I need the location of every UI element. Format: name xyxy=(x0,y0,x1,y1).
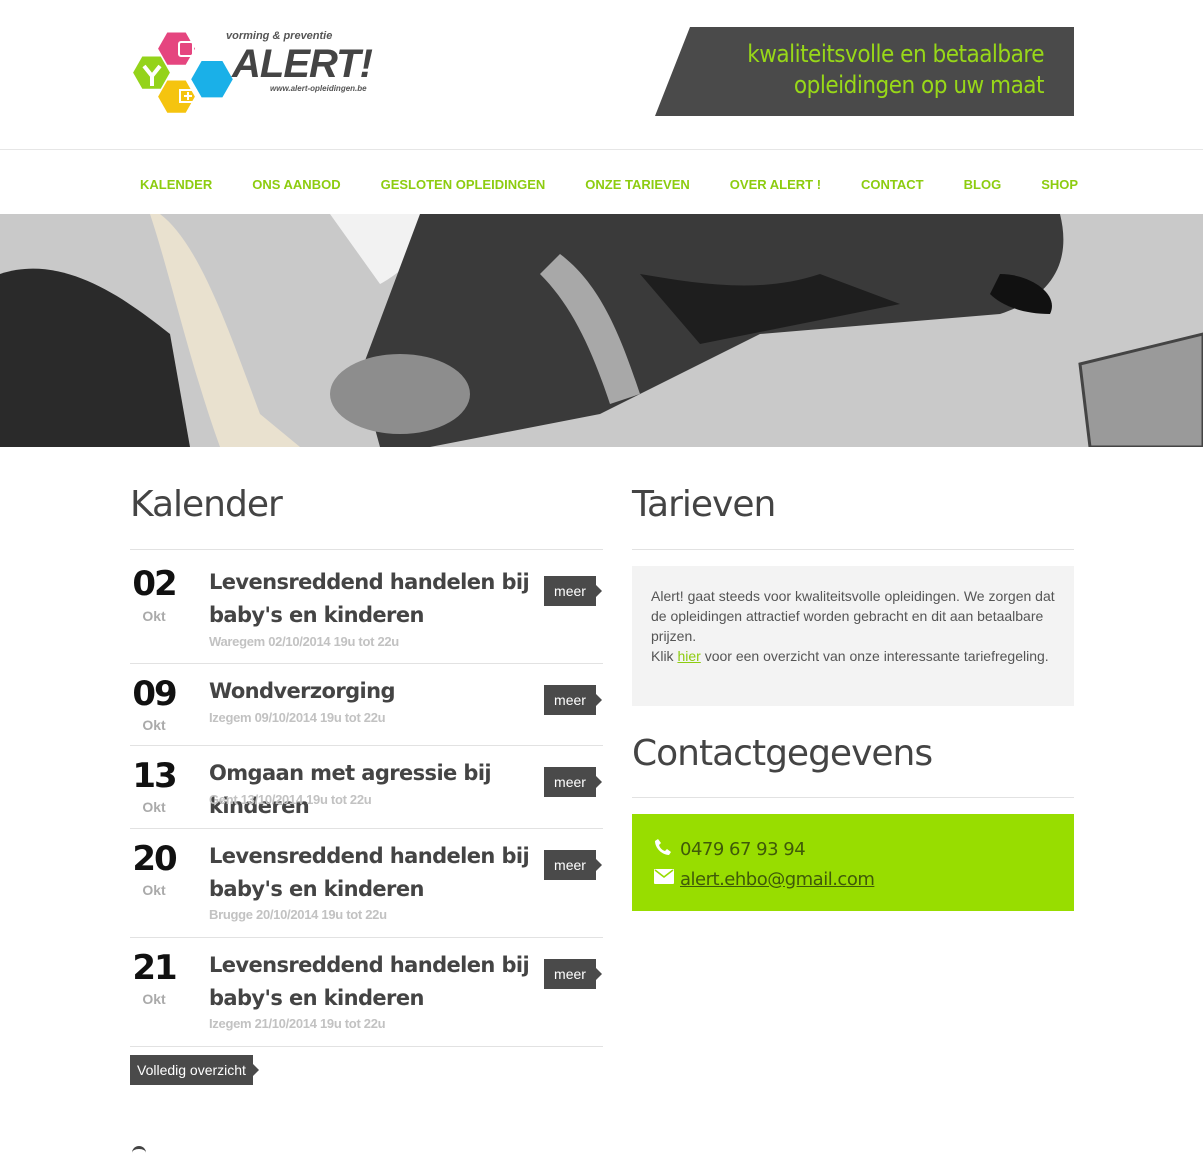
tarieven-title-rule xyxy=(632,549,1074,550)
event-day: 09 xyxy=(132,674,177,714)
event-month: Okt xyxy=(142,882,166,898)
nav-item-gesloten-opleidingen[interactable]: GESLOTEN OPLEIDINGEN xyxy=(361,150,566,214)
tarieven-text: Alert! gaat steeds voor kwaliteitsvolle … xyxy=(651,586,1061,666)
list-item: 02 Okt Levensreddend handelen bij baby's… xyxy=(130,550,603,664)
banner-line-2: opleidingen op uw maat xyxy=(793,71,1045,99)
event-title[interactable]: Wondverzorging xyxy=(209,675,539,708)
nav-item-blog[interactable]: BLOG xyxy=(944,150,1022,214)
event-title[interactable]: Levensreddend handelen bij baby's en kin… xyxy=(209,566,539,632)
nav-item-over-alert[interactable]: OVER ALERT ! xyxy=(710,150,841,214)
meer-button[interactable]: meer xyxy=(544,767,602,797)
event-month: Okt xyxy=(142,608,166,624)
banner-text: kwaliteitsvolle en betaalbare opleidinge… xyxy=(747,39,1044,101)
event-month: Okt xyxy=(142,991,166,1007)
tarieven-hier-link[interactable]: hier xyxy=(677,648,700,664)
nav-item-kalender[interactable]: KALENDER xyxy=(120,150,232,214)
event-details: Gent 13/10/2014 19u tot 22u xyxy=(209,792,372,807)
list-item: 20 Okt Levensreddend handelen bij baby's… xyxy=(130,829,603,938)
kalender-title: Kalender xyxy=(130,484,283,525)
hero-photo-illustration xyxy=(0,214,1203,447)
kalender-list: 02 Okt Levensreddend handelen bij baby's… xyxy=(130,550,603,1047)
volledig-overzicht-button[interactable]: Volledig overzicht xyxy=(130,1055,259,1085)
tarieven-link-prefix: Klik xyxy=(651,648,678,664)
event-day: 20 xyxy=(132,839,177,879)
phone-icon xyxy=(654,838,676,861)
meer-button[interactable]: meer xyxy=(544,959,602,989)
nav-item-onze-tarieven[interactable]: ONZE TARIEVEN xyxy=(565,150,710,214)
event-details: Brugge 20/10/2014 19u tot 22u xyxy=(209,907,387,922)
contact-phone-row: 0479 67 93 94 xyxy=(654,836,806,862)
contact-box: 0479 67 93 94 alert.ehbo@gmail.com xyxy=(632,814,1074,911)
contact-title-rule xyxy=(632,797,1074,798)
site-logo[interactable]: vorming & preventie ALERT! www.alert-opl… xyxy=(128,28,398,124)
nav-item-contact[interactable]: CONTACT xyxy=(841,150,944,214)
event-title[interactable]: Omgaan met agressie bij kinderen xyxy=(209,757,539,823)
logo-tagline: vorming & preventie xyxy=(226,30,333,42)
meer-button[interactable]: meer xyxy=(544,850,602,880)
contact-title: Contactgegevens xyxy=(632,733,933,774)
banner-line-1: kwaliteitsvolle en betaalbare xyxy=(747,40,1044,68)
cut-off-heading-fragment xyxy=(132,1146,146,1156)
event-month: Okt xyxy=(142,717,166,733)
tarieven-box: Alert! gaat steeds voor kwaliteitsvolle … xyxy=(632,566,1074,706)
event-day: 02 xyxy=(132,564,177,604)
main-nav: KALENDER ONS AANBOD GESLOTEN OPLEIDINGEN… xyxy=(120,150,1098,214)
event-month: Okt xyxy=(142,799,166,815)
event-day: 21 xyxy=(132,948,177,988)
site-header: vorming & preventie ALERT! www.alert-opl… xyxy=(0,0,1203,150)
meer-button[interactable]: meer xyxy=(544,685,602,715)
tarieven-intro: Alert! gaat steeds voor kwaliteitsvolle … xyxy=(651,588,1055,644)
event-details: Waregem 02/10/2014 19u tot 22u xyxy=(209,634,399,649)
event-title[interactable]: Levensreddend handelen bij baby's en kin… xyxy=(209,840,539,906)
list-item: 09 Okt Wondverzorging Izegem 09/10/2014 … xyxy=(130,664,603,746)
contact-email-link[interactable]: alert.ehbo@gmail.com xyxy=(680,869,875,890)
logo-url: www.alert-opleidingen.be xyxy=(270,84,367,93)
event-details: Izegem 09/10/2014 19u tot 22u xyxy=(209,710,386,725)
nav-item-shop[interactable]: SHOP xyxy=(1021,150,1098,214)
contact-email-row: alert.ehbo@gmail.com xyxy=(654,866,875,892)
list-item: 21 Okt Levensreddend handelen bij baby's… xyxy=(130,938,603,1047)
envelope-icon xyxy=(654,869,676,889)
logo-wordmark: ALERT! xyxy=(232,42,373,86)
list-item: 13 Okt Omgaan met agressie bij kinderen … xyxy=(130,746,603,829)
hero-image xyxy=(0,214,1203,447)
meer-button[interactable]: meer xyxy=(544,576,602,606)
tarieven-title: Tarieven xyxy=(632,484,776,525)
event-details: Izegem 21/10/2014 19u tot 22u xyxy=(209,1016,386,1031)
contact-phone: 0479 67 93 94 xyxy=(680,838,806,860)
header-banner: kwaliteitsvolle en betaalbare opleidinge… xyxy=(655,27,1074,116)
event-title[interactable]: Levensreddend handelen bij baby's en kin… xyxy=(209,949,539,1015)
event-day: 13 xyxy=(132,756,177,796)
hexagon-logo-icon xyxy=(133,32,233,113)
tarieven-link-suffix: voor een overzicht van onze interessante… xyxy=(700,648,1049,664)
nav-item-ons-aanbod[interactable]: ONS AANBOD xyxy=(232,150,360,214)
